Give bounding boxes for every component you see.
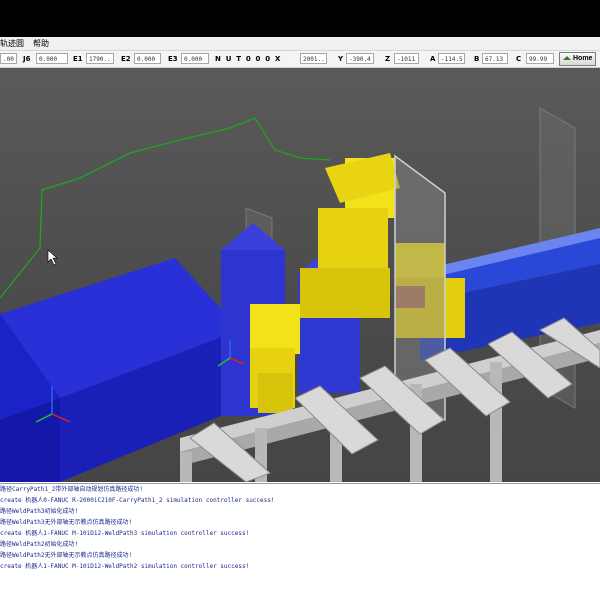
y-label: Y <box>338 55 344 63</box>
log-line: 路径CarryPath1_2带外部轴自动规划仿真路径成功! <box>0 486 143 493</box>
robot-small-upper-arm <box>250 304 300 354</box>
z-label: Z <box>385 55 391 63</box>
home-button-label: Home <box>573 55 593 62</box>
menu-bar: 轨迹圆 帮助 <box>0 37 600 51</box>
e2-label: E2 <box>121 55 131 63</box>
z-field[interactable]: -1011 <box>394 53 419 64</box>
menu-item-trajectory[interactable]: 轨迹圆 <box>0 37 24 50</box>
log-line: create 机器人1-FANUC M-10iD12-WeldPath3 sim… <box>0 530 250 537</box>
menu-item-help[interactable]: 帮助 <box>33 37 49 50</box>
home-icon <box>563 56 571 60</box>
e2-field[interactable]: 0.000 <box>134 53 161 64</box>
3d-simulation-viewport[interactable] <box>0 68 600 482</box>
c-label: C <box>516 55 522 63</box>
coordinate-toolbar: .00 J6 0.000 E1 1790.. E2 0.000 E3 0.000… <box>0 51 600 68</box>
e1-field[interactable]: 1790.. <box>86 53 114 64</box>
x-field[interactable]: 2001.. <box>300 53 327 64</box>
blue-pillar-left-cap <box>221 223 285 250</box>
robot-large-base <box>300 268 390 318</box>
y-field[interactable]: -390.4 <box>346 53 374 64</box>
j6-field[interactable]: 0.000 <box>36 53 68 64</box>
scene-drawing <box>0 107 600 482</box>
e3-field[interactable]: 0.000 <box>181 53 209 64</box>
log-line: create 机器人0-FANUC R-2000iC210F-CarryPath… <box>0 497 275 504</box>
e1-label: E1 <box>73 55 83 63</box>
output-log-panel: 路径CarryPath1_2带外部轴自动规划仿真路径成功! create 机器人… <box>0 483 600 572</box>
nut-x-label: N U T 0 0 0 X <box>215 55 282 63</box>
log-line: 路径WeldPath3无外部轴无示教点仿真路径成功! <box>0 519 133 526</box>
robot-small-base <box>258 373 293 413</box>
e3-label: E3 <box>168 55 178 63</box>
log-line: 路径WeldPath2无外部轴无示教点仿真路径成功! <box>0 552 133 559</box>
partial-value-field[interactable]: .00 <box>0 53 17 64</box>
mouse-cursor-icon <box>47 249 58 266</box>
j6-label: J6 <box>23 55 31 63</box>
b-label: B <box>474 55 480 63</box>
top-black-bar <box>0 0 600 37</box>
a-field[interactable]: -114.5 <box>438 53 465 64</box>
c-field[interactable]: 99.99 <box>526 53 554 64</box>
log-line: 路径WeldPath2初始化成功! <box>0 541 79 548</box>
b-field[interactable]: 67.13 <box>482 53 508 64</box>
a-label: A <box>430 55 436 63</box>
log-line: 路径WeldPath3初始化成功! <box>0 508 79 515</box>
home-button[interactable]: Home <box>559 52 596 66</box>
bottom-margin <box>0 571 600 600</box>
